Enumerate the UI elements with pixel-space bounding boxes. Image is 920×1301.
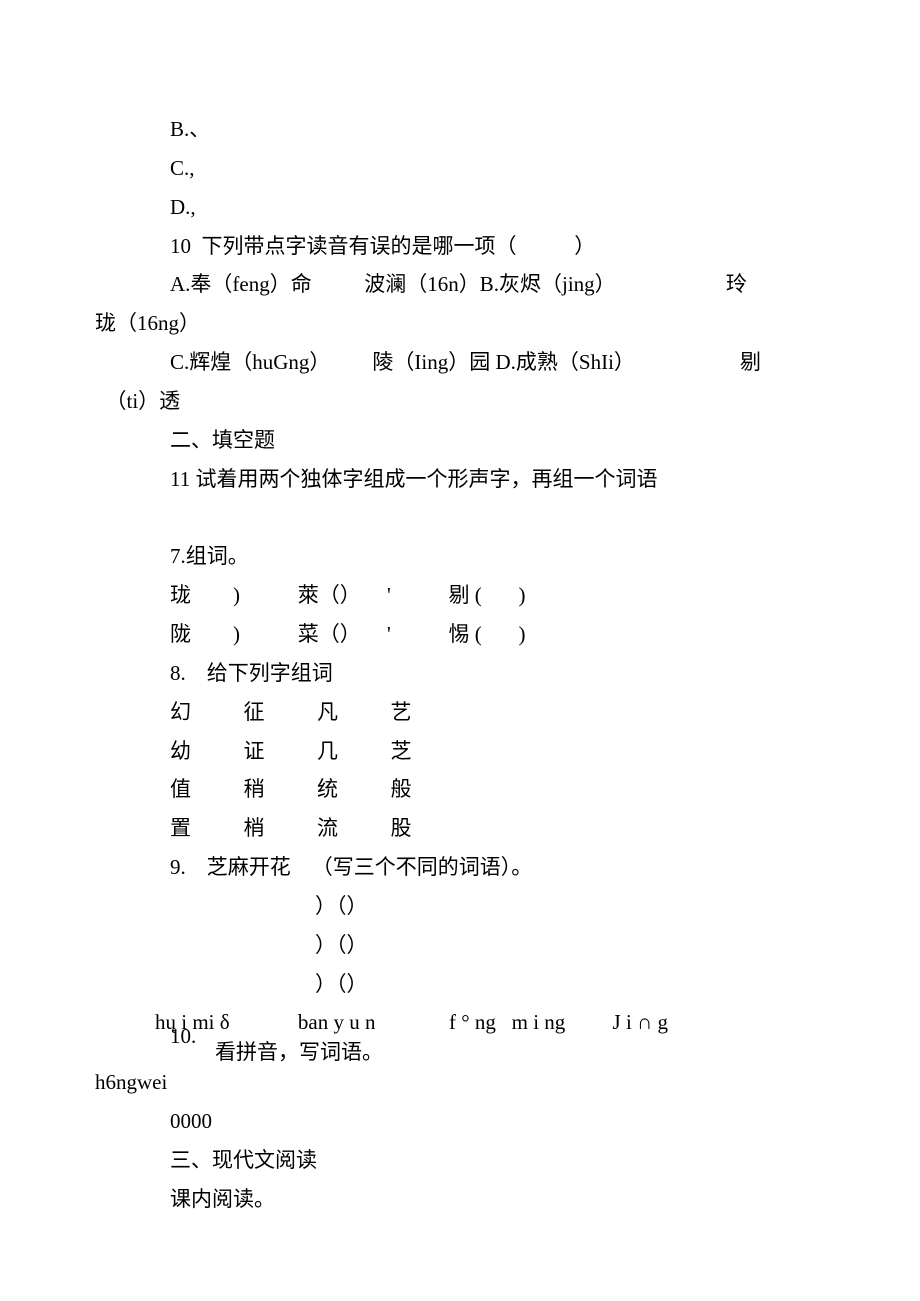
q9-blank-3: ）（） xyxy=(95,965,825,1004)
q10-pinyin-block: hų i mi δ ban y u n f ° ng m i ng J i ∩ … xyxy=(95,1003,825,1063)
q8-row-2: 幼 证 几 芝 xyxy=(95,732,825,771)
option-d: D., xyxy=(95,188,825,227)
zeros-line: 0000 xyxy=(95,1102,825,1141)
document-page: B.、 C., D., 10 下列带点字读音有误的是哪一项（ ） A.奉（fen… xyxy=(0,0,920,1301)
q10-option-c-d: C.辉煌（huGng） 陵（Iing）园 D.成熟（ShIi） 剔 xyxy=(95,343,825,382)
section-3-title: 三、现代文阅读 xyxy=(95,1141,825,1180)
q8-row-4: 置 梢 流 股 xyxy=(95,809,825,848)
q7-row-2: 陇 ) 菜（） ' 惕 ( ) xyxy=(95,615,825,654)
q10-tail-1: 珑（16ng） xyxy=(95,304,825,343)
section-2-title: 二、填空题 xyxy=(95,421,825,460)
kewen-line: 课内阅读。 xyxy=(95,1180,825,1219)
option-b: B.、 xyxy=(95,110,825,149)
option-c: C., xyxy=(95,149,825,188)
q7-title: 7.组词。 xyxy=(95,537,825,576)
q10-tail-2: （ti）透 xyxy=(95,382,825,421)
q10-option-a-b: A.奉（feng）命 波澜（16n）B.灰烬（jing） 玲 xyxy=(95,265,825,304)
q11-stem: 11 试着用两个独体字组成一个形声字，再组一个词语 xyxy=(95,460,825,499)
q9-blank-1: ）（） xyxy=(95,887,825,926)
q9-title: 9. 芝麻开花 （写三个不同的词语）。 xyxy=(95,848,825,887)
q8-title: 8. 给下列字组词 xyxy=(95,654,825,693)
q10-number: 10. xyxy=(170,1017,196,1056)
q10-text: 看拼音，写词语。 xyxy=(215,1033,383,1072)
q7-row-1: 珑 ) 萊（） ' 剔 ( ) xyxy=(95,576,825,615)
hongwei-line: h6ngwei xyxy=(95,1063,825,1102)
q8-row-3: 值 稍 统 般 xyxy=(95,770,825,809)
q9-blank-2: ）（） xyxy=(95,926,825,965)
q10-stem: 10 下列带点字读音有误的是哪一项（ ） xyxy=(95,227,825,266)
q8-row-1: 幻 征 凡 艺 xyxy=(95,693,825,732)
